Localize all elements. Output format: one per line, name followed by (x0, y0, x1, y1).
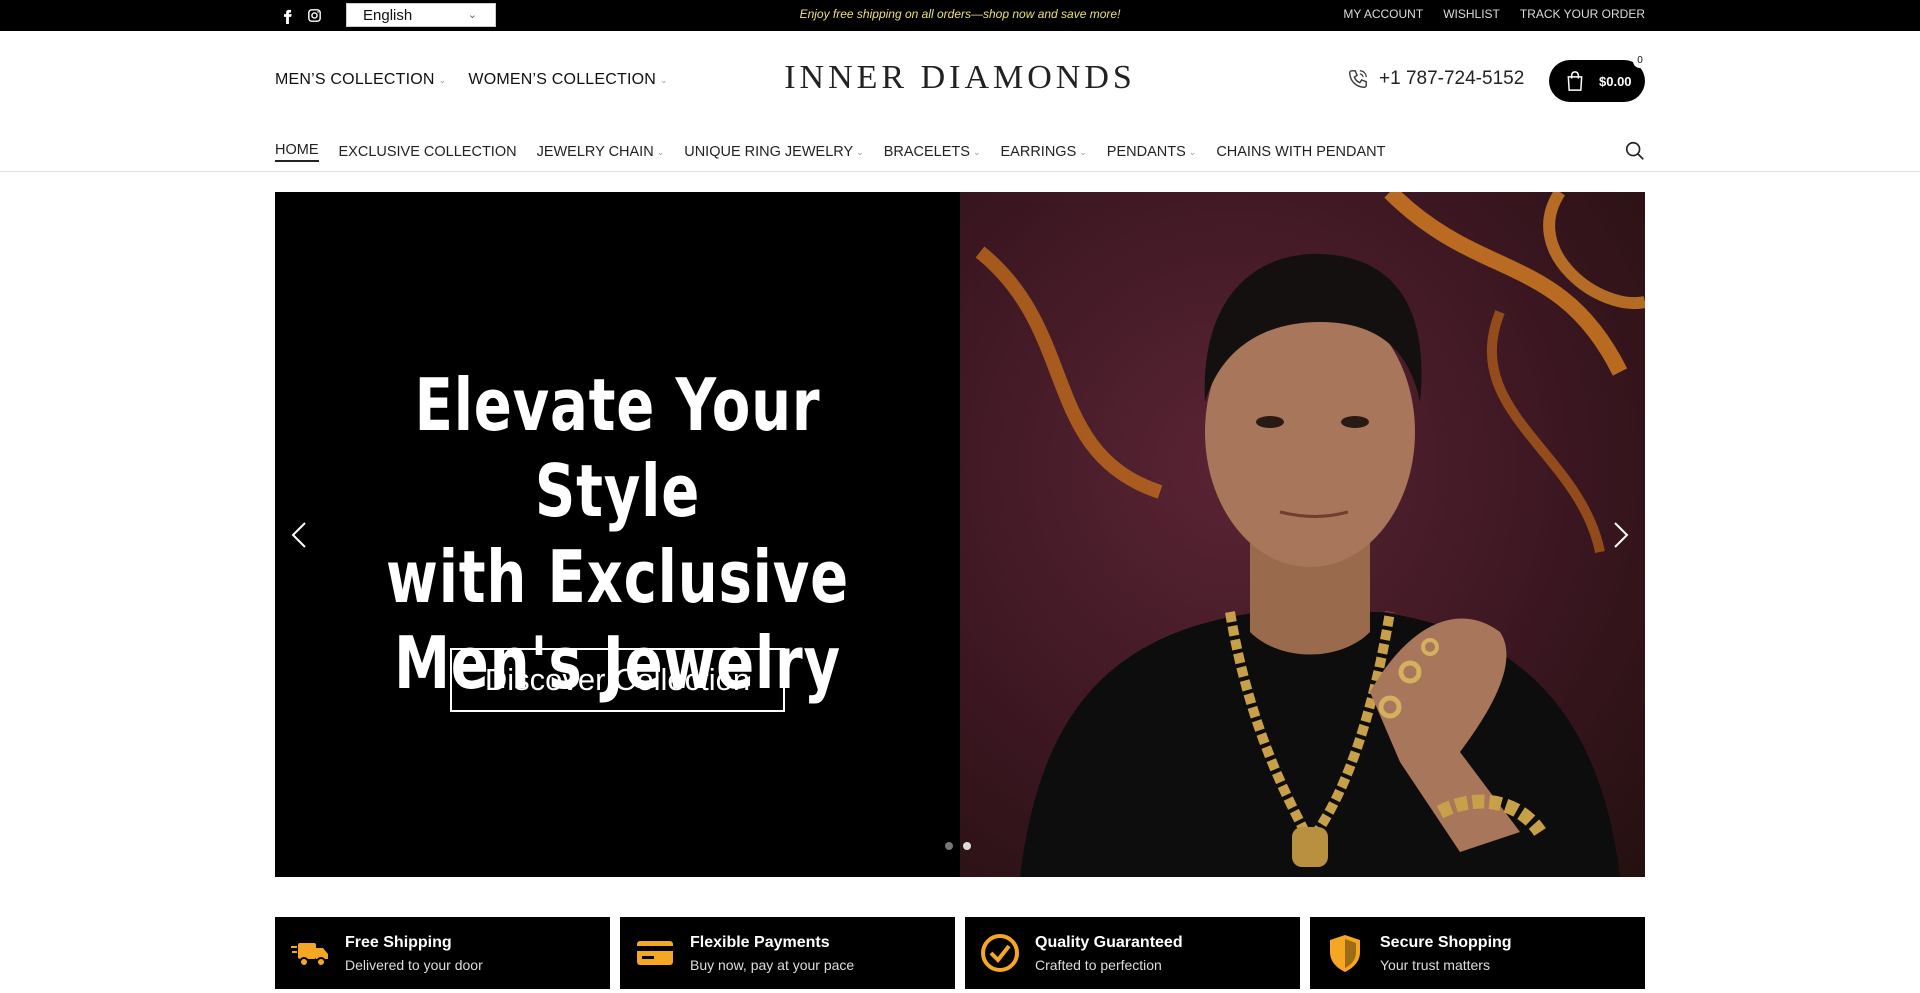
hero-text-panel: Elevate Your Style with Exclusive Men's … (275, 192, 960, 877)
nav-item-pendants[interactable]: PENDANTS ⌄ (1107, 142, 1197, 162)
feature-quality-guaranteed: Quality Guaranteed Crafted to perfection (965, 917, 1300, 989)
feature-strip: Free Shipping Delivered to your door Fle… (275, 917, 1645, 993)
phone-contact[interactable]: +1 787-724-5152 (1347, 68, 1524, 90)
cart-count-badge: 0 (1633, 54, 1647, 68)
chevron-down-icon: ⌄ (856, 146, 864, 157)
feature-subtitle: Delivered to your door (345, 956, 483, 973)
hero-image (960, 192, 1645, 877)
account-links: MY ACCOUNT WISHLIST TRACK YOUR ORDER (1343, 7, 1645, 21)
my-account-link[interactable]: MY ACCOUNT (1343, 7, 1423, 21)
nav-item-jewelry-chain[interactable]: JEWELRY CHAIN ⌄ (537, 142, 665, 162)
chevron-down-icon: ⌄ (1079, 146, 1087, 157)
phone-number: +1 787-724-5152 (1379, 68, 1525, 89)
nav-item-home[interactable]: HOME (275, 142, 319, 162)
nav-label: HOME (275, 142, 319, 162)
site-header: MEN’S COLLECTION ⌄ WOMEN’S COLLECTION ⌄ … (0, 31, 1920, 131)
chevron-down-icon: ⌄ (1188, 146, 1197, 157)
feature-title: Free Shipping (345, 933, 452, 951)
chevron-right-icon[interactable] (1605, 517, 1635, 553)
cart-button[interactable]: $0.00 0 (1549, 54, 1647, 102)
discover-collection-button[interactable]: Discover Collection (450, 648, 785, 712)
phone-icon (1349, 70, 1367, 88)
check-circle-icon (981, 934, 1019, 972)
hero-title-line: with Exclusive (386, 535, 849, 619)
nav-label: PENDANTS (1106, 144, 1186, 160)
nav-item-earrings[interactable]: EARRINGS ⌄ (1001, 142, 1087, 162)
feature-flexible-payments: Flexible Payments Buy now, pay at your p… (620, 917, 955, 989)
feature-subtitle: Your trust matters (1380, 956, 1490, 973)
truck-icon (291, 943, 328, 967)
hero-slider: Elevate Your Style with Exclusive Men's … (275, 192, 1645, 877)
nav-label: BRACELETS (883, 144, 970, 160)
shopping-bag-icon (1567, 71, 1583, 91)
nav-item-unique-ring-jewelry[interactable]: UNIQUE RING JEWELRY ⌄ (684, 142, 863, 162)
nav-label: CHAINS WITH PENDANT (1216, 144, 1386, 160)
nav-item-chains-with-pendant[interactable]: CHAINS WITH PENDANT (1216, 142, 1385, 162)
feature-subtitle: Buy now, pay at your pace (690, 956, 855, 973)
nav-label: UNIQUE RING JEWELRY (684, 144, 854, 160)
main-nav: HOME EXCLUSIVE COLLECTION JEWELRY CHAIN ⌄… (0, 131, 1920, 172)
hero-title-line: Elevate Your Style (414, 363, 821, 533)
nav-label: JEWELRY CHAIN (536, 144, 654, 160)
feature-subtitle: Crafted to perfection (1035, 956, 1162, 973)
cart-total: $0.00 (1599, 73, 1632, 89)
feature-title: Quality Guaranteed (1035, 933, 1183, 951)
slider-dots (945, 842, 971, 850)
search-icon[interactable] (1624, 140, 1646, 162)
nav-label: EARRINGS (1000, 144, 1077, 160)
feature-free-shipping: Free Shipping Delivered to your door (275, 917, 610, 989)
nav-list: HOME EXCLUSIVE COLLECTION JEWELRY CHAIN ⌄… (275, 142, 1385, 162)
feature-title: Secure Shopping (1380, 933, 1512, 951)
nav-item-bracelets[interactable]: BRACELETS ⌄ (884, 142, 981, 162)
top-bar: English ⌄ Enjoy free shipping on all ord… (0, 0, 1920, 31)
chevron-down-icon: ⌄ (656, 146, 665, 157)
nav-label: EXCLUSIVE COLLECTION (338, 144, 517, 160)
track-order-link[interactable]: TRACK YOUR ORDER (1520, 7, 1645, 21)
slider-dot[interactable] (945, 842, 953, 850)
feature-title: Flexible Payments (690, 933, 830, 951)
credit-card-icon (637, 941, 673, 965)
feature-secure-shopping: Secure Shopping Your trust matters (1310, 917, 1645, 989)
shield-icon (1330, 935, 1360, 972)
slider-dot-active[interactable] (963, 842, 971, 850)
chevron-left-icon[interactable] (285, 517, 315, 553)
chevron-down-icon: ⌄ (972, 146, 981, 157)
wishlist-link[interactable]: WISHLIST (1443, 7, 1500, 21)
model-photo-illustration (975, 192, 1645, 877)
nav-item-exclusive-collection[interactable]: EXCLUSIVE COLLECTION (339, 142, 517, 162)
